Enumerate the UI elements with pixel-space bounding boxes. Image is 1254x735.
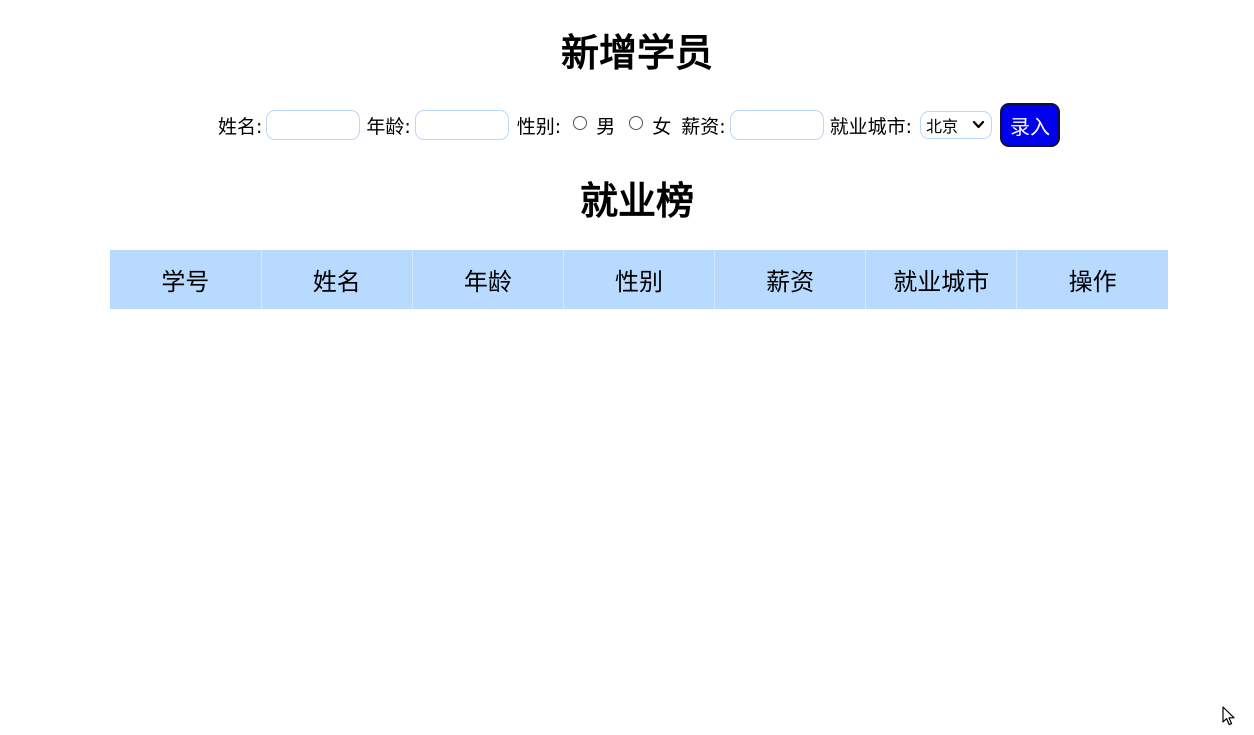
header-actions: 操作 xyxy=(1016,250,1168,309)
name-input[interactable] xyxy=(266,110,361,140)
header-age: 年龄 xyxy=(412,250,564,309)
header-salary: 薪资 xyxy=(714,250,867,309)
student-form: 姓名: 年龄: 性别: 男 女 薪资: 就业城市: 北京 录入 xyxy=(0,101,1254,149)
page-title: 新增学员 xyxy=(560,31,713,75)
gender-option-male[interactable]: 男 xyxy=(573,112,615,139)
radio-male[interactable] xyxy=(573,116,588,130)
ranking-title: 就业榜 xyxy=(579,179,694,223)
city-select[interactable]: 北京 xyxy=(920,111,993,139)
ranking-table: 学号 姓名 年龄 性别 薪资 就业城市 操作 xyxy=(110,250,1168,309)
submit-button[interactable]: 录入 xyxy=(1000,103,1061,147)
age-input[interactable] xyxy=(414,110,509,140)
city-selected-value: 北京 xyxy=(926,117,959,136)
gender-female-label: 女 xyxy=(652,115,672,138)
header-gender: 性别 xyxy=(563,250,716,309)
header-city: 就业城市 xyxy=(865,250,1018,309)
gender-label: 性别: xyxy=(516,115,562,138)
age-label: 年龄: xyxy=(366,115,411,138)
radio-female[interactable] xyxy=(629,116,644,130)
header-student-id: 学号 xyxy=(110,250,262,309)
table-header-row: 学号 姓名 年龄 性别 薪资 就业城市 操作 xyxy=(110,250,1168,309)
city-label: 就业城市: xyxy=(829,115,913,138)
gender-option-female[interactable]: 女 xyxy=(629,112,671,139)
gender-male-label: 男 xyxy=(596,115,616,138)
mouse-cursor-icon xyxy=(1222,706,1235,726)
header-name: 姓名 xyxy=(261,250,413,309)
salary-label: 薪资: xyxy=(681,115,726,138)
chevron-down-icon xyxy=(972,120,985,129)
name-label: 姓名: xyxy=(217,115,263,138)
salary-input[interactable] xyxy=(729,110,824,140)
